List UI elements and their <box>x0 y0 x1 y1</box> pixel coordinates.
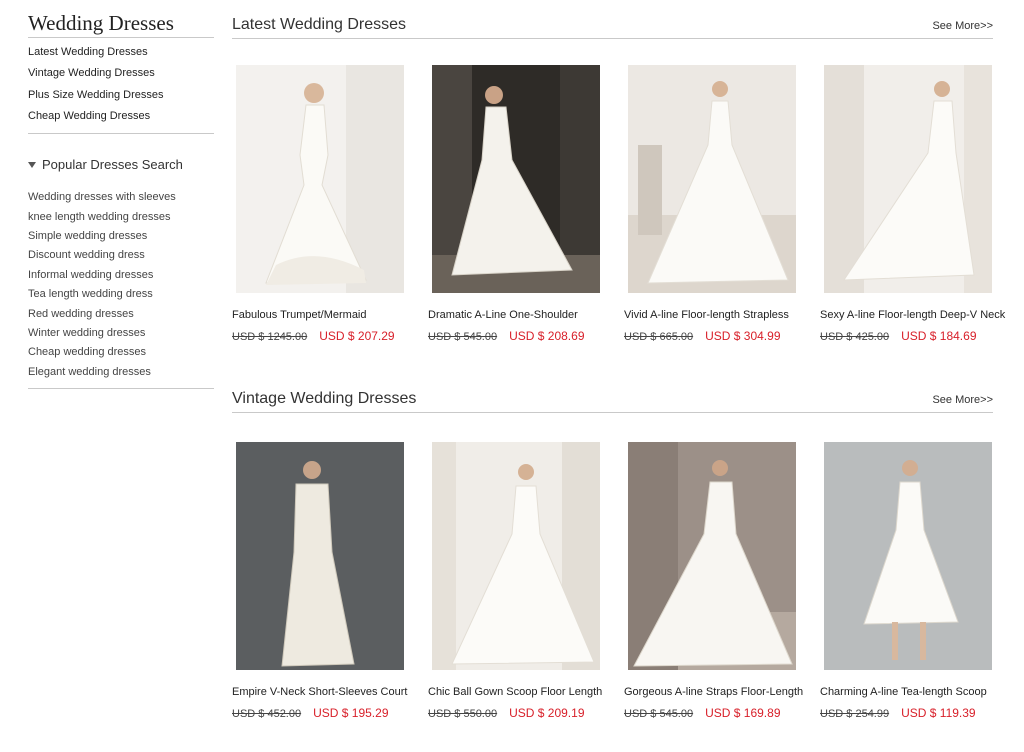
product-name[interactable]: Chic Ball Gown Scoop Floor Length <box>428 686 602 698</box>
product-name[interactable]: Dramatic A-Line One-Shoulder <box>428 309 578 321</box>
popular-link[interactable]: knee length wedding dresses <box>28 208 214 227</box>
sale-price: USD $ 209.19 <box>509 706 585 720</box>
product-image[interactable] <box>432 442 600 670</box>
original-price: USD $ 1245.00 <box>232 331 308 343</box>
product-prices: USD $ 254.99 USD $ 119.39 <box>820 706 976 720</box>
popular-link[interactable]: Cheap wedding dresses <box>28 343 214 362</box>
sale-price: USD $ 184.69 <box>901 329 977 343</box>
product-name[interactable]: Empire V-Neck Short-Sleeves Court <box>232 686 407 698</box>
sidebar-item-latest[interactable]: Latest Wedding Dresses <box>28 42 214 63</box>
original-price: USD $ 425.00 <box>820 331 890 343</box>
section-title: Vintage Wedding Dresses <box>232 390 417 407</box>
product-image[interactable] <box>628 65 796 293</box>
product-name[interactable]: Vivid A-line Floor-length Strapless <box>624 309 789 321</box>
section-header: Latest Wedding Dresses See More>> <box>232 12 993 39</box>
page: Wedding Dresses Latest Wedding Dresses V… <box>0 0 1024 752</box>
sale-price: USD $ 119.39 <box>901 706 976 720</box>
original-price: USD $ 452.00 <box>232 708 302 720</box>
popular-search-title: Popular Dresses Search <box>42 157 183 173</box>
product-prices: USD $ 1245.00 USD $ 207.29 <box>232 329 395 343</box>
product-image[interactable] <box>236 65 404 293</box>
product-image[interactable] <box>824 442 992 670</box>
sidebar-item-cheap[interactable]: Cheap Wedding Dresses <box>28 106 214 127</box>
product-image[interactable] <box>628 442 796 670</box>
section-title: Latest Wedding Dresses <box>232 16 407 33</box>
popular-link[interactable]: Red wedding dresses <box>28 305 214 324</box>
original-price: USD $ 665.00 <box>624 331 694 343</box>
popular-link[interactable]: Elegant wedding dresses <box>28 363 214 382</box>
sale-price: USD $ 207.29 <box>319 329 395 343</box>
product-prices: USD $ 425.00 USD $ 184.69 <box>820 329 977 343</box>
product-name[interactable]: Sexy A-line Floor-length Deep-V Neck <box>820 309 1005 321</box>
product-grid: Fabulous Trumpet/Mermaid USD $ 1245.00 US… <box>232 39 1005 343</box>
product-prices: USD $ 550.00 USD $ 209.19 <box>428 706 585 720</box>
product-name[interactable]: Charming A-line Tea-length Scoop <box>820 686 987 698</box>
original-price: USD $ 545.00 <box>624 708 694 720</box>
product-prices: USD $ 665.00 USD $ 304.99 <box>624 329 781 343</box>
popular-link[interactable]: Simple wedding dresses <box>28 227 214 246</box>
see-more-link[interactable]: See More>> <box>932 394 993 406</box>
product-name[interactable]: Fabulous Trumpet/Mermaid <box>232 309 367 321</box>
popular-link[interactable]: Tea length wedding dress <box>28 285 214 304</box>
popular-link[interactable]: Winter wedding dresses <box>28 324 214 343</box>
popular-search-list: Wedding dresses with sleeves knee length… <box>28 174 214 390</box>
product-image[interactable] <box>236 442 404 670</box>
sale-price: USD $ 208.69 <box>509 329 585 343</box>
sidebar-item-plus-size[interactable]: Plus Size Wedding Dresses <box>28 85 214 106</box>
product-image[interactable] <box>432 65 600 293</box>
sale-price: USD $ 304.99 <box>705 329 781 343</box>
product-image[interactable] <box>824 65 992 293</box>
category-list: Latest Wedding Dresses Vintage Wedding D… <box>28 38 214 135</box>
popular-search-toggle[interactable]: Popular Dresses Search <box>28 156 214 174</box>
original-price: USD $ 550.00 <box>428 708 498 720</box>
product-prices: USD $ 452.00 USD $ 195.29 <box>232 706 389 720</box>
sale-price: USD $ 195.29 <box>313 706 389 720</box>
sale-price: USD $ 169.89 <box>705 706 781 720</box>
section-vintage: Vintage Wedding Dresses See More>> Empir… <box>232 386 993 720</box>
product-grid: Empire V-Neck Short-Sleeves Court USD $ … <box>232 413 993 720</box>
triangle-down-icon <box>28 162 36 169</box>
original-price: USD $ 545.00 <box>428 331 498 343</box>
section-header: Vintage Wedding Dresses See More>> <box>232 386 993 413</box>
product-prices: USD $ 545.00 USD $ 208.69 <box>428 329 585 343</box>
see-more-link[interactable]: See More>> <box>932 20 993 32</box>
product-prices: USD $ 545.00 USD $ 169.89 <box>624 706 781 720</box>
popular-link[interactable]: Informal wedding dresses <box>28 266 214 285</box>
popular-link[interactable]: Wedding dresses with sleeves <box>28 188 214 207</box>
sidebar-title: Wedding Dresses <box>28 0 214 38</box>
sidebar: Wedding Dresses Latest Wedding Dresses V… <box>28 0 214 390</box>
sidebar-item-vintage[interactable]: Vintage Wedding Dresses <box>28 63 214 84</box>
product-name[interactable]: Gorgeous A-line Straps Floor-Length <box>624 686 803 698</box>
popular-link[interactable]: Discount wedding dress <box>28 246 214 265</box>
original-price: USD $ 254.99 <box>820 708 890 720</box>
section-latest: Latest Wedding Dresses See More>> Fabulo… <box>232 12 1005 343</box>
